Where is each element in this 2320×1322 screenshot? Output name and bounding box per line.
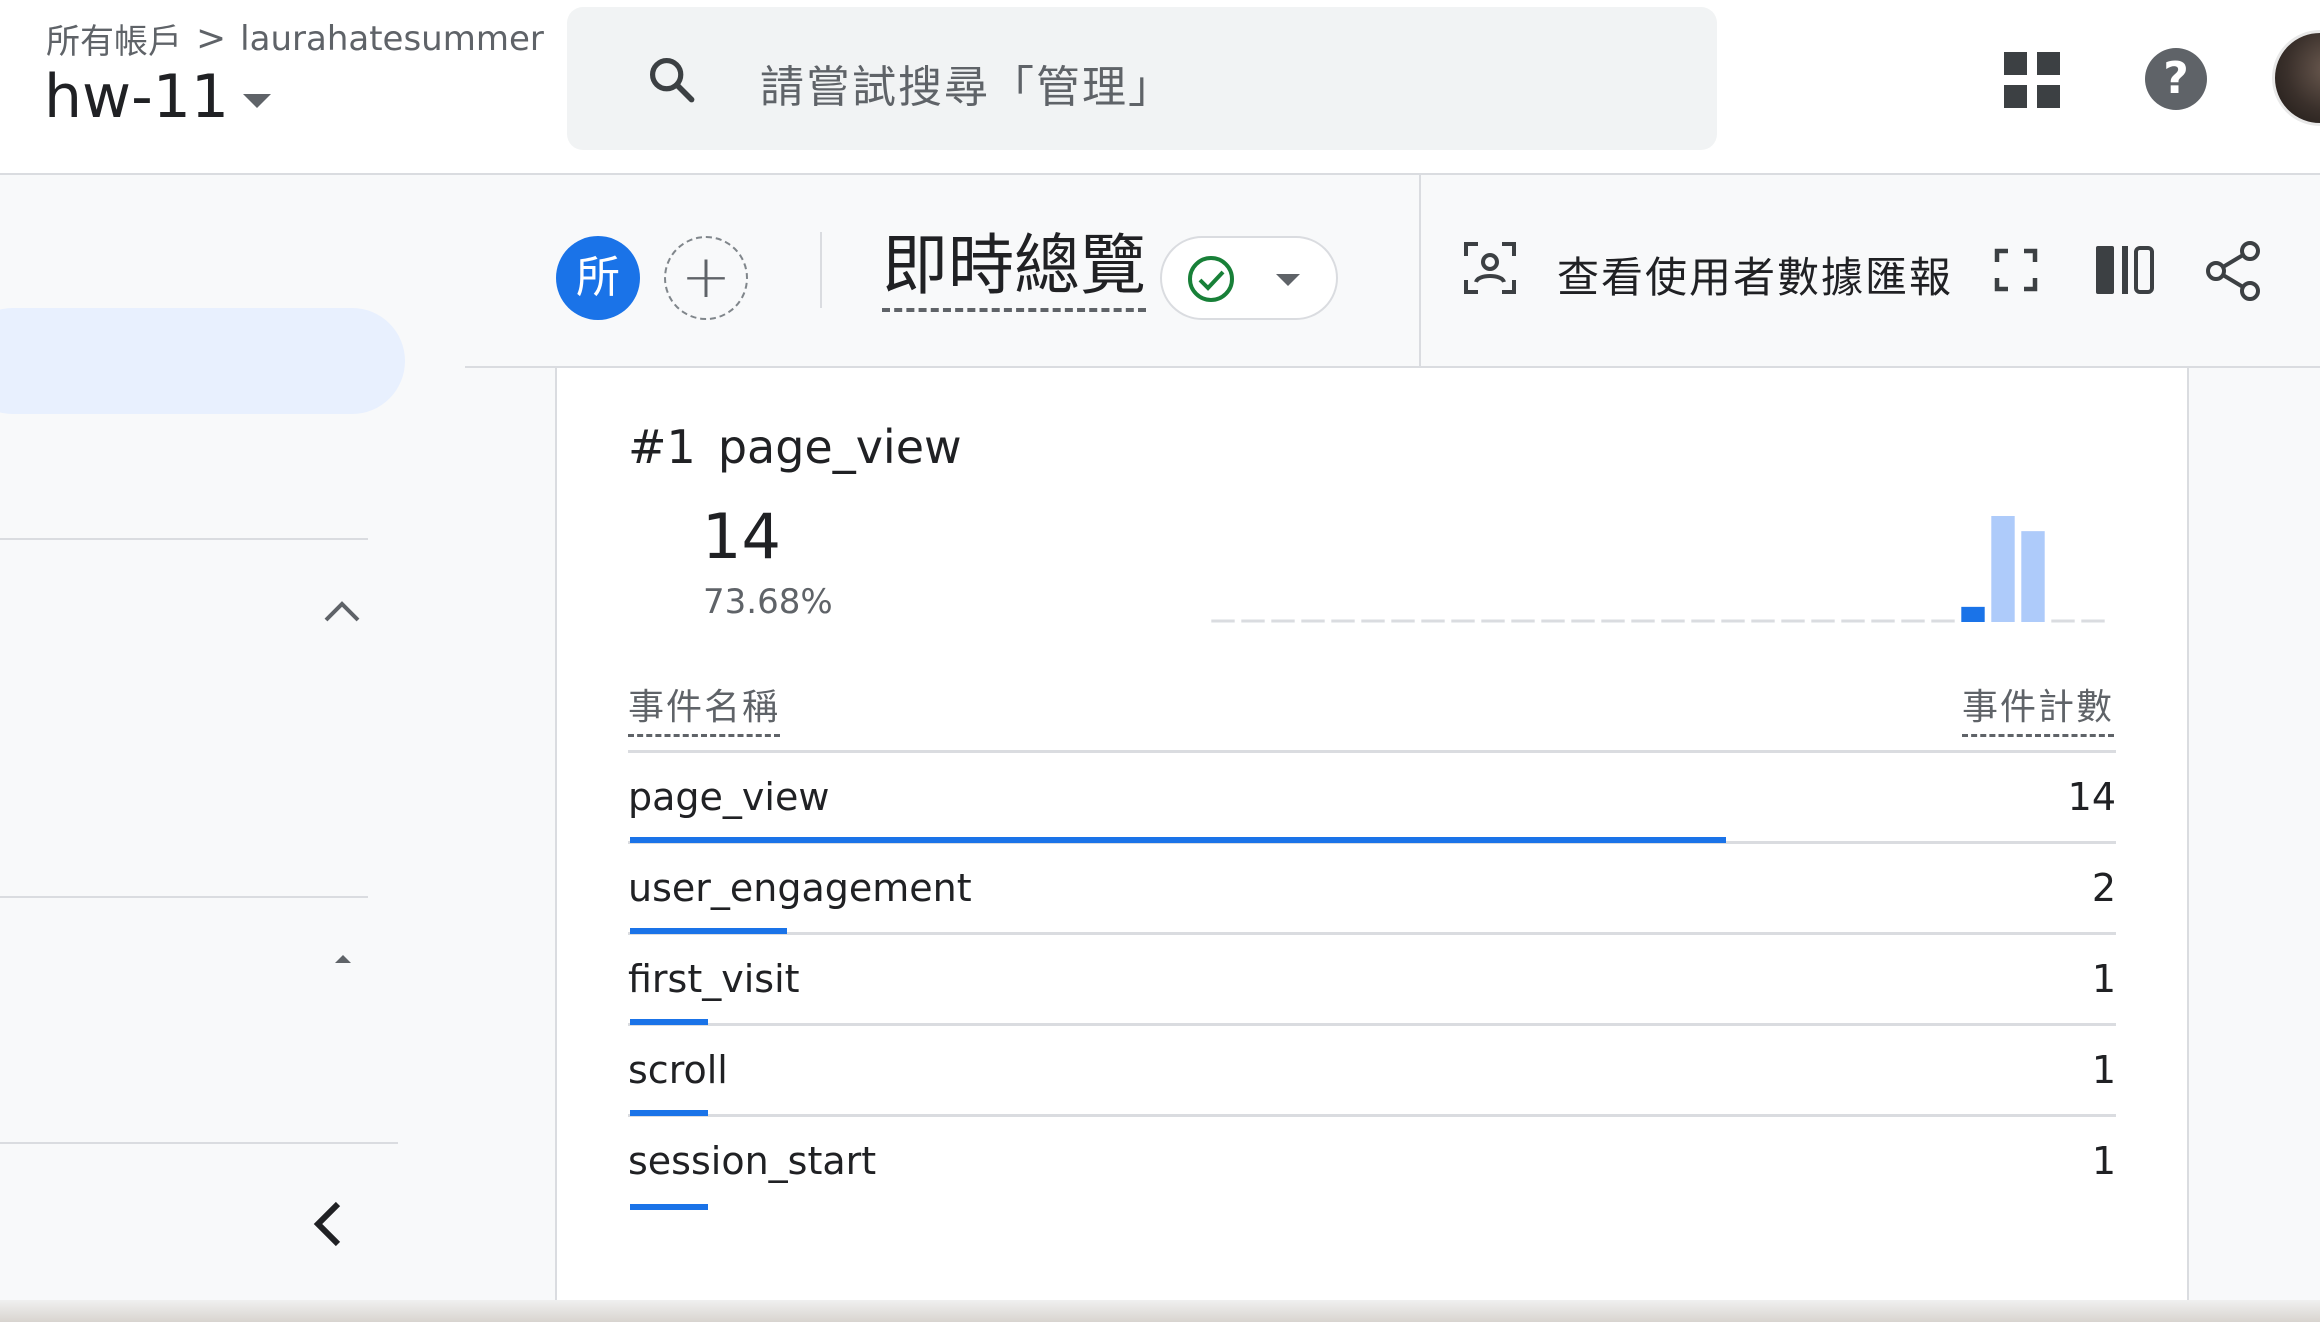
sidebar-divider	[0, 1142, 398, 1144]
row-share-bar	[630, 1204, 708, 1210]
window-bottom-edge	[0, 1300, 2320, 1322]
row-event-count: 1	[2091, 1139, 2116, 1183]
breadcrumb: 所有帳戶 > laurahatesummer	[46, 14, 544, 63]
data-status-dropdown[interactable]	[1160, 236, 1338, 320]
card-title: #1 page_view	[628, 420, 962, 474]
share-icon[interactable]	[2204, 240, 2262, 302]
breadcrumb-account[interactable]: laurahatesummer	[240, 19, 544, 59]
search-placeholder: 請嘗試搜尋「管理」	[760, 62, 1174, 113]
add-comparison-button[interactable]: +	[664, 236, 748, 320]
row-event-count: 2	[2091, 866, 2116, 910]
card-event-percent: 73.68%	[703, 582, 833, 622]
columns-icon[interactable]	[2094, 242, 2156, 298]
dropdown-caret-icon	[1276, 274, 1300, 286]
row-event-name: page_view	[628, 775, 830, 819]
card-event-count: 14	[702, 500, 781, 573]
toolbar-separator	[820, 232, 822, 308]
row-event-name: scroll	[628, 1048, 728, 1092]
table-row[interactable]: user_engagement 2	[628, 844, 2116, 935]
dropdown-caret-icon	[243, 94, 272, 108]
sparkline-bar	[2021, 531, 2045, 622]
chevron-up-icon[interactable]	[320, 592, 364, 628]
row-event-count: 1	[2091, 957, 2116, 1001]
help-icon[interactable]: ?	[2145, 48, 2207, 110]
row-event-count: 1	[2091, 1048, 2116, 1092]
row-share-bar	[630, 1110, 708, 1116]
apps-grid-icon[interactable]	[2004, 52, 2060, 108]
table-row[interactable]: scroll 1	[628, 1026, 2116, 1117]
column-header-event-name[interactable]: 事件名稱	[628, 678, 781, 737]
search-icon	[649, 57, 695, 103]
user-snapshot-label[interactable]: 查看使用者數據匯報	[1557, 244, 1953, 305]
collapse-triangle-icon[interactable]	[335, 955, 351, 963]
row-event-name: user_engagement	[628, 866, 972, 910]
property-name: hw-11	[44, 62, 230, 132]
row-share-bar	[630, 928, 787, 934]
table-row[interactable]: session_start 1	[628, 1117, 2116, 1210]
account-avatar[interactable]	[2272, 30, 2320, 126]
row-event-name: first_visit	[628, 957, 800, 1001]
row-share-bar	[630, 837, 1726, 843]
table-row[interactable]: page_view 14	[628, 753, 2116, 844]
top-header: 所有帳戶 > laurahatesummer hw-11 請嘗試搜尋「管理」 ?	[0, 0, 2320, 175]
sparkline-bar	[1961, 606, 1985, 622]
property-selector[interactable]: hw-11	[44, 62, 272, 132]
breadcrumb-separator: >	[196, 18, 227, 59]
chevron-left-icon[interactable]	[308, 1198, 348, 1250]
card-event-name: page_view	[717, 420, 962, 474]
sparkline-bar	[1991, 516, 2015, 622]
search-bar[interactable]: 請嘗試搜尋「管理」	[567, 7, 1717, 150]
toolbar-separator	[1419, 175, 1421, 368]
report-title[interactable]: 即時總覽	[882, 228, 1146, 312]
comparison-avatar[interactable]: 所	[556, 236, 640, 320]
sidebar-divider	[0, 896, 368, 898]
user-snapshot-icon[interactable]	[1462, 240, 1518, 296]
row-share-bar	[630, 1019, 708, 1025]
sidebar-divider	[0, 538, 368, 540]
sidebar-selected-item[interactable]	[0, 308, 405, 414]
breadcrumb-all-accounts[interactable]: 所有帳戶	[46, 14, 182, 63]
fullscreen-icon[interactable]	[1994, 248, 2038, 292]
table-row[interactable]: first_visit 1	[628, 935, 2116, 1026]
column-header-event-count[interactable]: 事件計數	[1961, 678, 2114, 737]
check-circle-icon	[1188, 256, 1234, 302]
card-rank: #1	[628, 420, 696, 474]
row-event-name: session_start	[628, 1139, 877, 1183]
minute-sparkline-chart	[1211, 516, 2105, 623]
row-event-count: 14	[2067, 775, 2116, 819]
